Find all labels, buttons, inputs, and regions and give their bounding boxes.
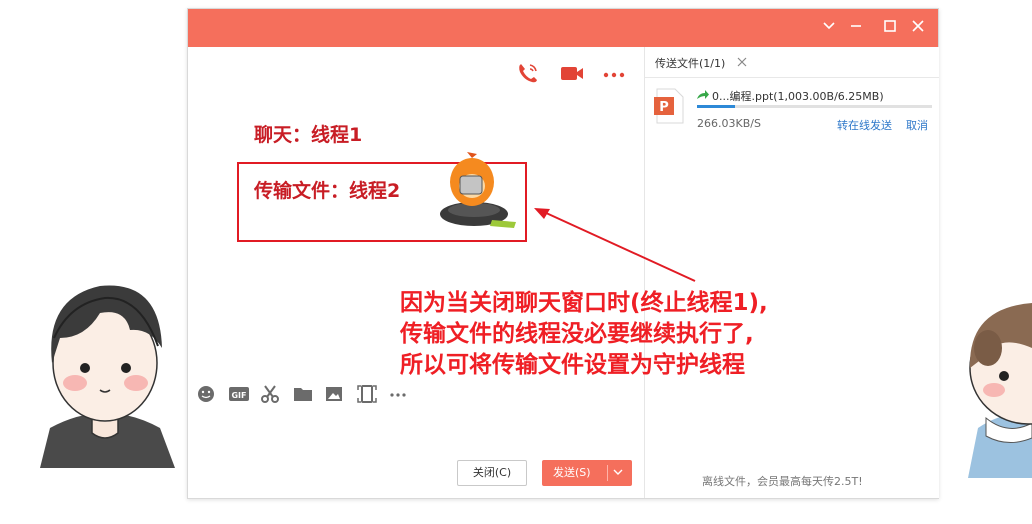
callout-line-2: 传输文件的线程没必要继续执行了, bbox=[400, 321, 754, 347]
mascot-sticker bbox=[440, 152, 516, 228]
maximize-icon[interactable] bbox=[880, 18, 900, 38]
girl-illustration bbox=[968, 303, 1032, 478]
tab-divider bbox=[645, 77, 939, 78]
folder-icon[interactable] bbox=[292, 384, 314, 404]
transfer-item: P 0...编程.ppt(1,003.00B/6.25MB) 266.03KB/… bbox=[653, 87, 933, 137]
progress-fill bbox=[697, 105, 735, 108]
callout-line-3: 所以可将传输文件设置为守护线程 bbox=[400, 352, 745, 378]
transfer-speed: 266.03KB/S bbox=[697, 117, 761, 130]
ppt-file-icon: P bbox=[654, 88, 684, 124]
transfer-thread-annotation: 传输文件：线程2 bbox=[254, 176, 400, 203]
minimize-icon[interactable] bbox=[846, 18, 866, 38]
screen-share-icon[interactable] bbox=[356, 384, 378, 404]
callout-text: 因为当关闭聊天窗口时(终止线程1), 传输文件的线程没必要继续执行了, 所以可将… bbox=[400, 288, 768, 381]
title-bar[interactable] bbox=[188, 9, 938, 47]
send-options-divider bbox=[607, 465, 608, 481]
close-button[interactable]: 关闭(C) bbox=[457, 460, 527, 486]
progress-bar bbox=[697, 105, 932, 108]
footer-note: 离线文件，会员最高每天传2.5T! bbox=[702, 475, 863, 488]
phone-call-icon[interactable] bbox=[515, 61, 543, 85]
input-toolbar: GIF bbox=[196, 384, 411, 404]
more-icon[interactable] bbox=[600, 61, 628, 85]
boy-illustration bbox=[40, 285, 175, 468]
svg-text:P: P bbox=[659, 100, 669, 115]
gif-icon[interactable]: GIF bbox=[228, 384, 250, 404]
chevron-down-icon[interactable] bbox=[819, 18, 839, 38]
svg-text:GIF: GIF bbox=[231, 391, 246, 400]
tab-file-transfer[interactable]: 传送文件(1/1) bbox=[645, 47, 755, 79]
tab-label: 传送文件(1/1) bbox=[655, 57, 726, 70]
close-icon[interactable] bbox=[737, 57, 747, 67]
scissors-icon[interactable] bbox=[260, 384, 280, 404]
chat-thread-annotation: 聊天：线程1 bbox=[254, 120, 362, 147]
more-icon[interactable] bbox=[388, 384, 408, 404]
close-icon[interactable] bbox=[908, 18, 928, 38]
callout-line-1: 因为当关闭聊天窗口时(终止线程1), bbox=[400, 290, 768, 316]
callout-arrow bbox=[534, 208, 696, 282]
send-button-label: 发送(S) bbox=[553, 466, 591, 479]
upload-arrow-icon bbox=[697, 90, 709, 99]
video-call-icon[interactable] bbox=[558, 61, 586, 85]
chevron-down-icon[interactable] bbox=[613, 469, 623, 477]
cancel-link[interactable]: 取消 bbox=[906, 117, 928, 133]
file-name: 0...编程.ppt(1,003.00B/6.25MB) bbox=[712, 90, 884, 103]
annotation-transfer: 传输文件：线程2 bbox=[254, 180, 401, 202]
send-button[interactable]: 发送(S) bbox=[542, 460, 632, 486]
image-icon[interactable] bbox=[324, 384, 344, 404]
emoji-icon[interactable] bbox=[196, 384, 216, 404]
to-online-link[interactable]: 转在线发送 bbox=[837, 117, 892, 133]
annotation-chat: 聊天：线程1 bbox=[254, 124, 363, 146]
